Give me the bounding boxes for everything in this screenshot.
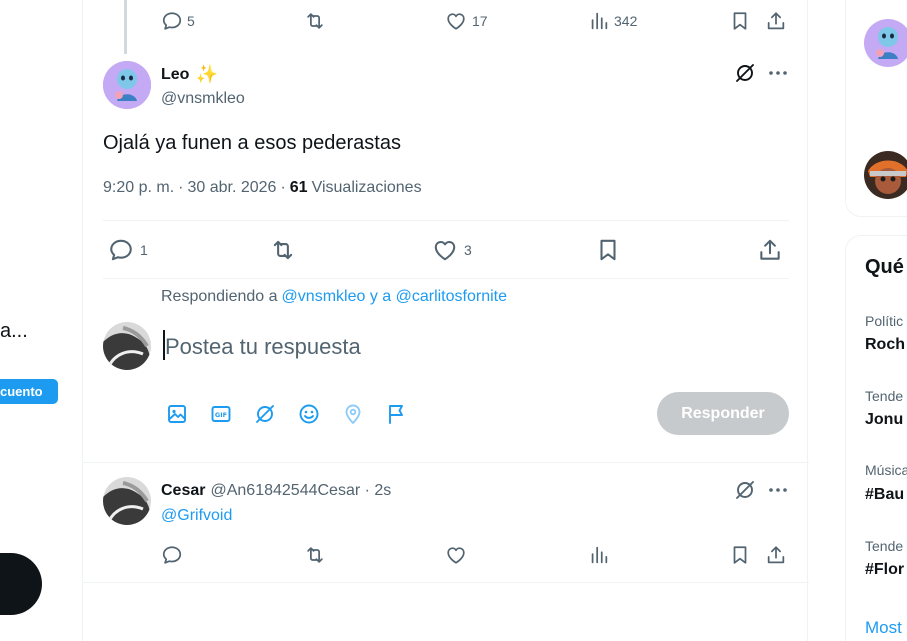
views-chart-icon (591, 546, 608, 564)
share-action[interactable] (765, 10, 787, 32)
my-avatar[interactable] (103, 322, 151, 370)
repost-icon (307, 13, 323, 29)
sparkles-emoji: ✨ (195, 64, 218, 84)
reply-mention[interactable]: @Grifvoid (161, 507, 232, 525)
nav-truncated-text: a... (0, 320, 28, 342)
bookmark-action[interactable] (729, 10, 751, 32)
reply-action[interactable] (161, 544, 183, 566)
grok-icon[interactable] (253, 402, 277, 426)
reply-icon (162, 546, 182, 564)
bookmark-action[interactable] (595, 237, 621, 263)
more-dots-icon (769, 488, 787, 492)
reply-icon (162, 12, 182, 30)
divider (83, 582, 809, 583)
thread-line (124, 0, 127, 54)
avatar-leo[interactable] (103, 61, 151, 109)
trend-category: Tende (865, 538, 904, 554)
tweet-text: Ojalá ya funen a esos pederastas (103, 132, 401, 154)
like-action[interactable]: 3 (432, 237, 472, 263)
nav-badge: cuento (0, 379, 58, 404)
more-options-button[interactable] (767, 478, 789, 502)
trend-name: #Flor (865, 561, 905, 578)
grok-button[interactable] (733, 61, 757, 85)
reply-input[interactable]: Postea tu respuesta (165, 334, 705, 360)
reply-action[interactable]: 5 (161, 10, 195, 32)
divider (103, 278, 789, 279)
meta-separator: · (178, 179, 184, 196)
views-action[interactable]: 342 (588, 10, 637, 32)
like-count: 17 (472, 13, 488, 29)
flag-icon[interactable] (385, 402, 409, 426)
more-dots-icon (769, 71, 787, 75)
views-action[interactable] (588, 544, 610, 566)
trends-panel: Qué Polític Roch Tende Jonu Música #Bau … (845, 235, 907, 641)
reply-submit-button[interactable]: Responder (657, 392, 789, 435)
emoji-icon[interactable] (297, 402, 321, 426)
gif-icon[interactable]: GIF (209, 402, 233, 426)
conversation-column: 5 17 342 Leo ✨ @vnsmkleo Ojalá ya funen … (82, 0, 809, 641)
tweet-date[interactable]: 30 abr. 2026 (187, 179, 276, 197)
share-action[interactable] (757, 237, 783, 263)
reply-count: 5 (187, 13, 195, 29)
trends-title: Qué (865, 256, 904, 278)
like-action[interactable] (445, 544, 467, 566)
share-icon (767, 12, 785, 30)
grok-button[interactable] (733, 478, 757, 502)
replying-to-users[interactable]: @vnsmkleo y a @carlitosfornite (282, 288, 507, 306)
who-to-follow-panel (845, 0, 907, 217)
trend-category: Tende (865, 388, 904, 404)
divider (83, 462, 809, 463)
views-label: Visualizaciones (311, 179, 422, 196)
grok-icon (736, 64, 754, 82)
image-icon[interactable] (165, 402, 189, 426)
bookmark-icon (600, 239, 616, 261)
share-action[interactable] (765, 544, 787, 566)
trend-name: #Bau (865, 486, 905, 503)
repost-icon (273, 240, 293, 260)
reply-author-name[interactable]: Cesar (161, 482, 205, 500)
tweet-time[interactable]: 9:20 p. m. (103, 179, 174, 197)
like-count: 3 (464, 242, 472, 258)
views-number: 61 (289, 179, 308, 196)
repost-icon (307, 547, 323, 563)
heart-icon (447, 547, 465, 564)
repost-action[interactable] (303, 10, 327, 32)
trend-name: Roch (865, 336, 905, 353)
share-icon (760, 239, 780, 260)
heart-icon (447, 13, 465, 30)
avatar-cesar[interactable] (103, 477, 151, 525)
share-icon (767, 546, 785, 564)
bookmark-icon (733, 546, 747, 564)
reply-count: 1 (140, 242, 148, 258)
suggested-user-avatar[interactable] (864, 19, 907, 67)
repost-action[interactable] (303, 544, 327, 566)
meta-separator: · (280, 179, 286, 196)
location-icon[interactable] (341, 402, 365, 426)
reply-icon (110, 239, 132, 261)
suggested-user-avatar[interactable] (864, 151, 907, 199)
reply-author-handle-time[interactable]: @An61842544Cesar · 2s (210, 482, 391, 500)
views-chart-icon (591, 12, 608, 30)
views-count: 342 (614, 13, 638, 29)
bookmark-icon (733, 12, 747, 30)
replying-to-label: Respondiendo a (161, 288, 278, 305)
trend-category: Música (865, 462, 907, 478)
bookmark-action[interactable] (729, 544, 751, 566)
repost-action[interactable] (269, 237, 297, 263)
trend-name: Jonu (865, 411, 904, 428)
divider (103, 220, 789, 221)
show-more-link[interactable]: Most (865, 618, 902, 638)
author-name[interactable]: Leo (161, 66, 189, 84)
post-button[interactable] (0, 553, 42, 615)
heart-icon (434, 240, 456, 261)
reply-action[interactable]: 1 (108, 237, 148, 263)
grok-icon (736, 481, 754, 499)
more-options-button[interactable] (767, 61, 789, 85)
svg-text:GIF: GIF (215, 411, 227, 419)
author-handle[interactable]: @vnsmkleo (161, 90, 245, 108)
like-action[interactable]: 17 (445, 10, 488, 32)
trend-category: Polític (865, 313, 904, 329)
